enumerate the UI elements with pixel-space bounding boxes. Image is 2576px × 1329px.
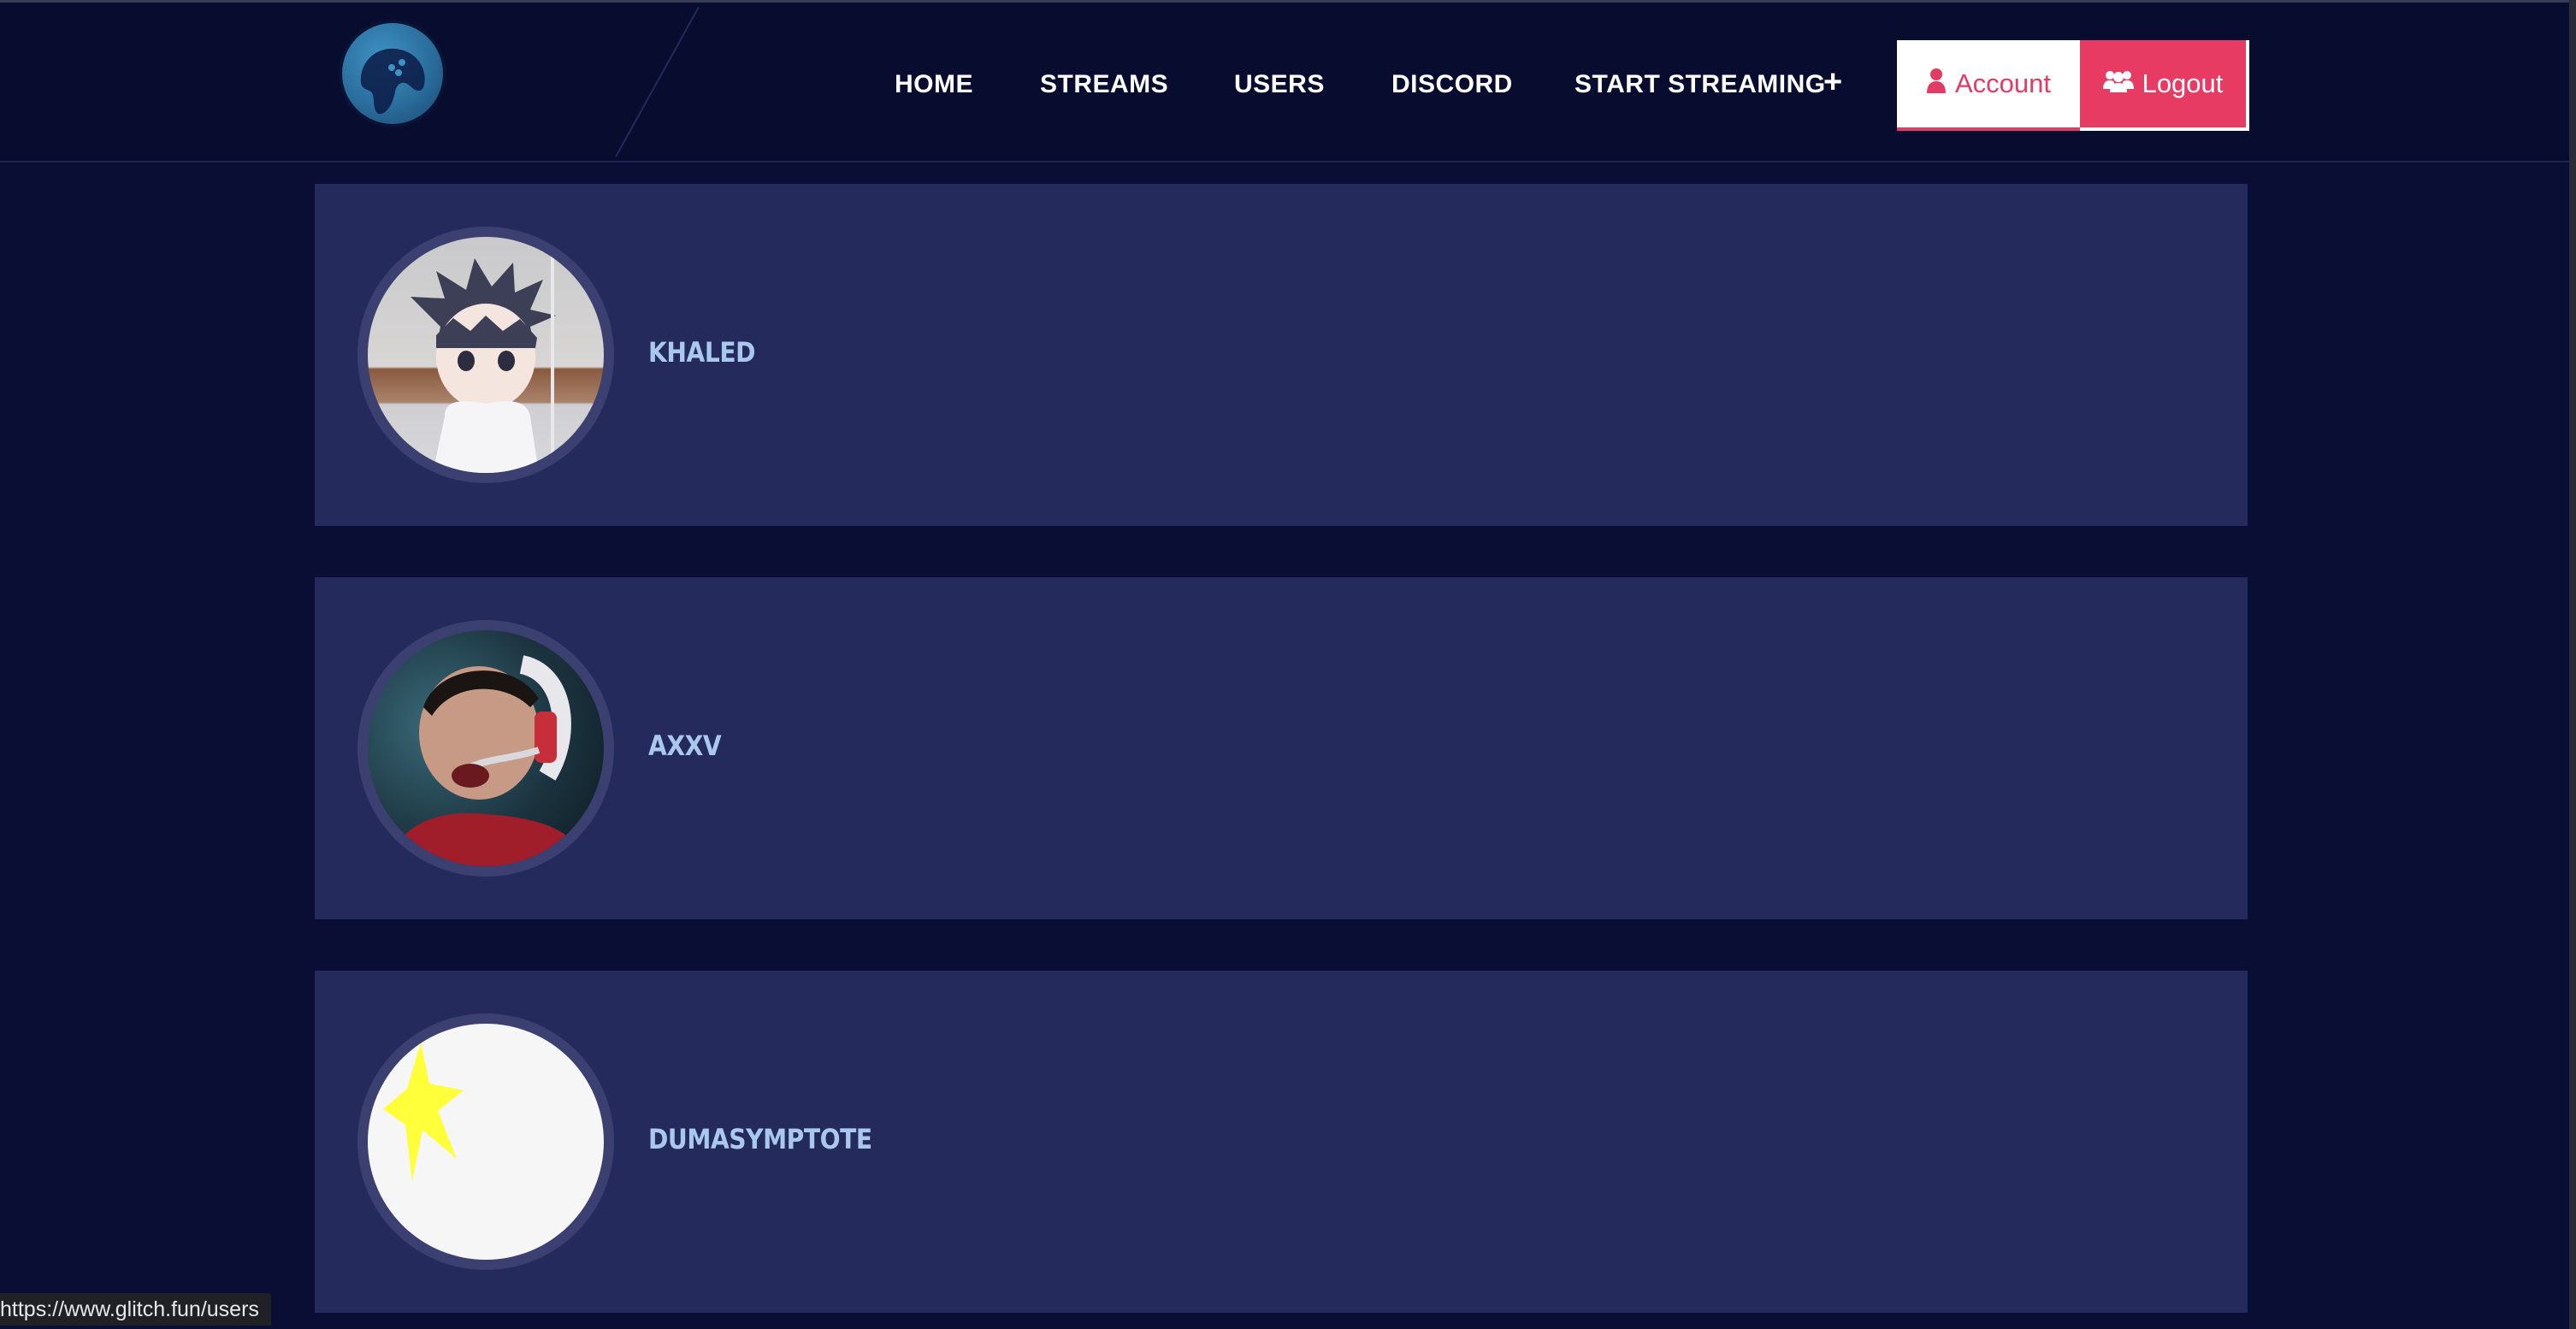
avatar[interactable] — [357, 227, 614, 483]
nav-discord-label[interactable]: DISCORD — [1391, 70, 1513, 99]
account-button[interactable]: Account — [1897, 40, 2080, 131]
nav-home-label[interactable]: HOME — [895, 70, 973, 99]
avatar-image — [368, 1024, 604, 1260]
avatar-image — [368, 237, 604, 473]
logout-button-label: Logout — [2142, 68, 2224, 98]
header-divider — [615, 7, 700, 157]
nav-users-label[interactable]: USERS — [1234, 70, 1325, 99]
nav-users[interactable]: USERS — [1234, 68, 1325, 102]
nav-start-streaming-label[interactable]: START STREAMING — [1575, 70, 1826, 99]
nav-start-streaming[interactable]: START STREAMING — [1575, 68, 1826, 102]
users-icon — [2102, 68, 2134, 99]
avatar[interactable] — [357, 620, 614, 877]
nav-discord[interactable]: DISCORD — [1391, 68, 1513, 102]
user-icon — [1926, 68, 1947, 100]
window-edge — [2569, 0, 2576, 1329]
page: HOME STREAMS USERS DISCORD START STREAMI… — [0, 0, 2576, 1329]
plus-icon[interactable]: + — [1823, 64, 1842, 101]
avatar-image — [368, 630, 604, 866]
site-logo-icon[interactable] — [342, 23, 443, 124]
nav-streams-label[interactable]: STREAMS — [1040, 70, 1168, 99]
user-card[interactable]: KHALED — [315, 184, 2248, 526]
nav-streams[interactable]: STREAMS — [1040, 68, 1168, 102]
status-bar-url: https://www.glitch.fun/users — [0, 1293, 271, 1326]
user-card[interactable]: DUMASYMPTOTE — [315, 971, 2248, 1313]
username[interactable]: DUMASYMPTOTE — [648, 1123, 872, 1155]
nav-home[interactable]: HOME — [895, 68, 973, 102]
user-card[interactable]: AXXV — [315, 577, 2248, 919]
account-button-label: Account — [1954, 68, 2051, 98]
username[interactable]: AXXV — [648, 729, 722, 762]
logout-button[interactable]: Logout — [2080, 40, 2249, 131]
avatar[interactable] — [357, 1013, 614, 1270]
username[interactable]: KHALED — [648, 336, 756, 369]
top-navigation-bar: HOME STREAMS USERS DISCORD START STREAMI… — [0, 0, 2576, 162]
